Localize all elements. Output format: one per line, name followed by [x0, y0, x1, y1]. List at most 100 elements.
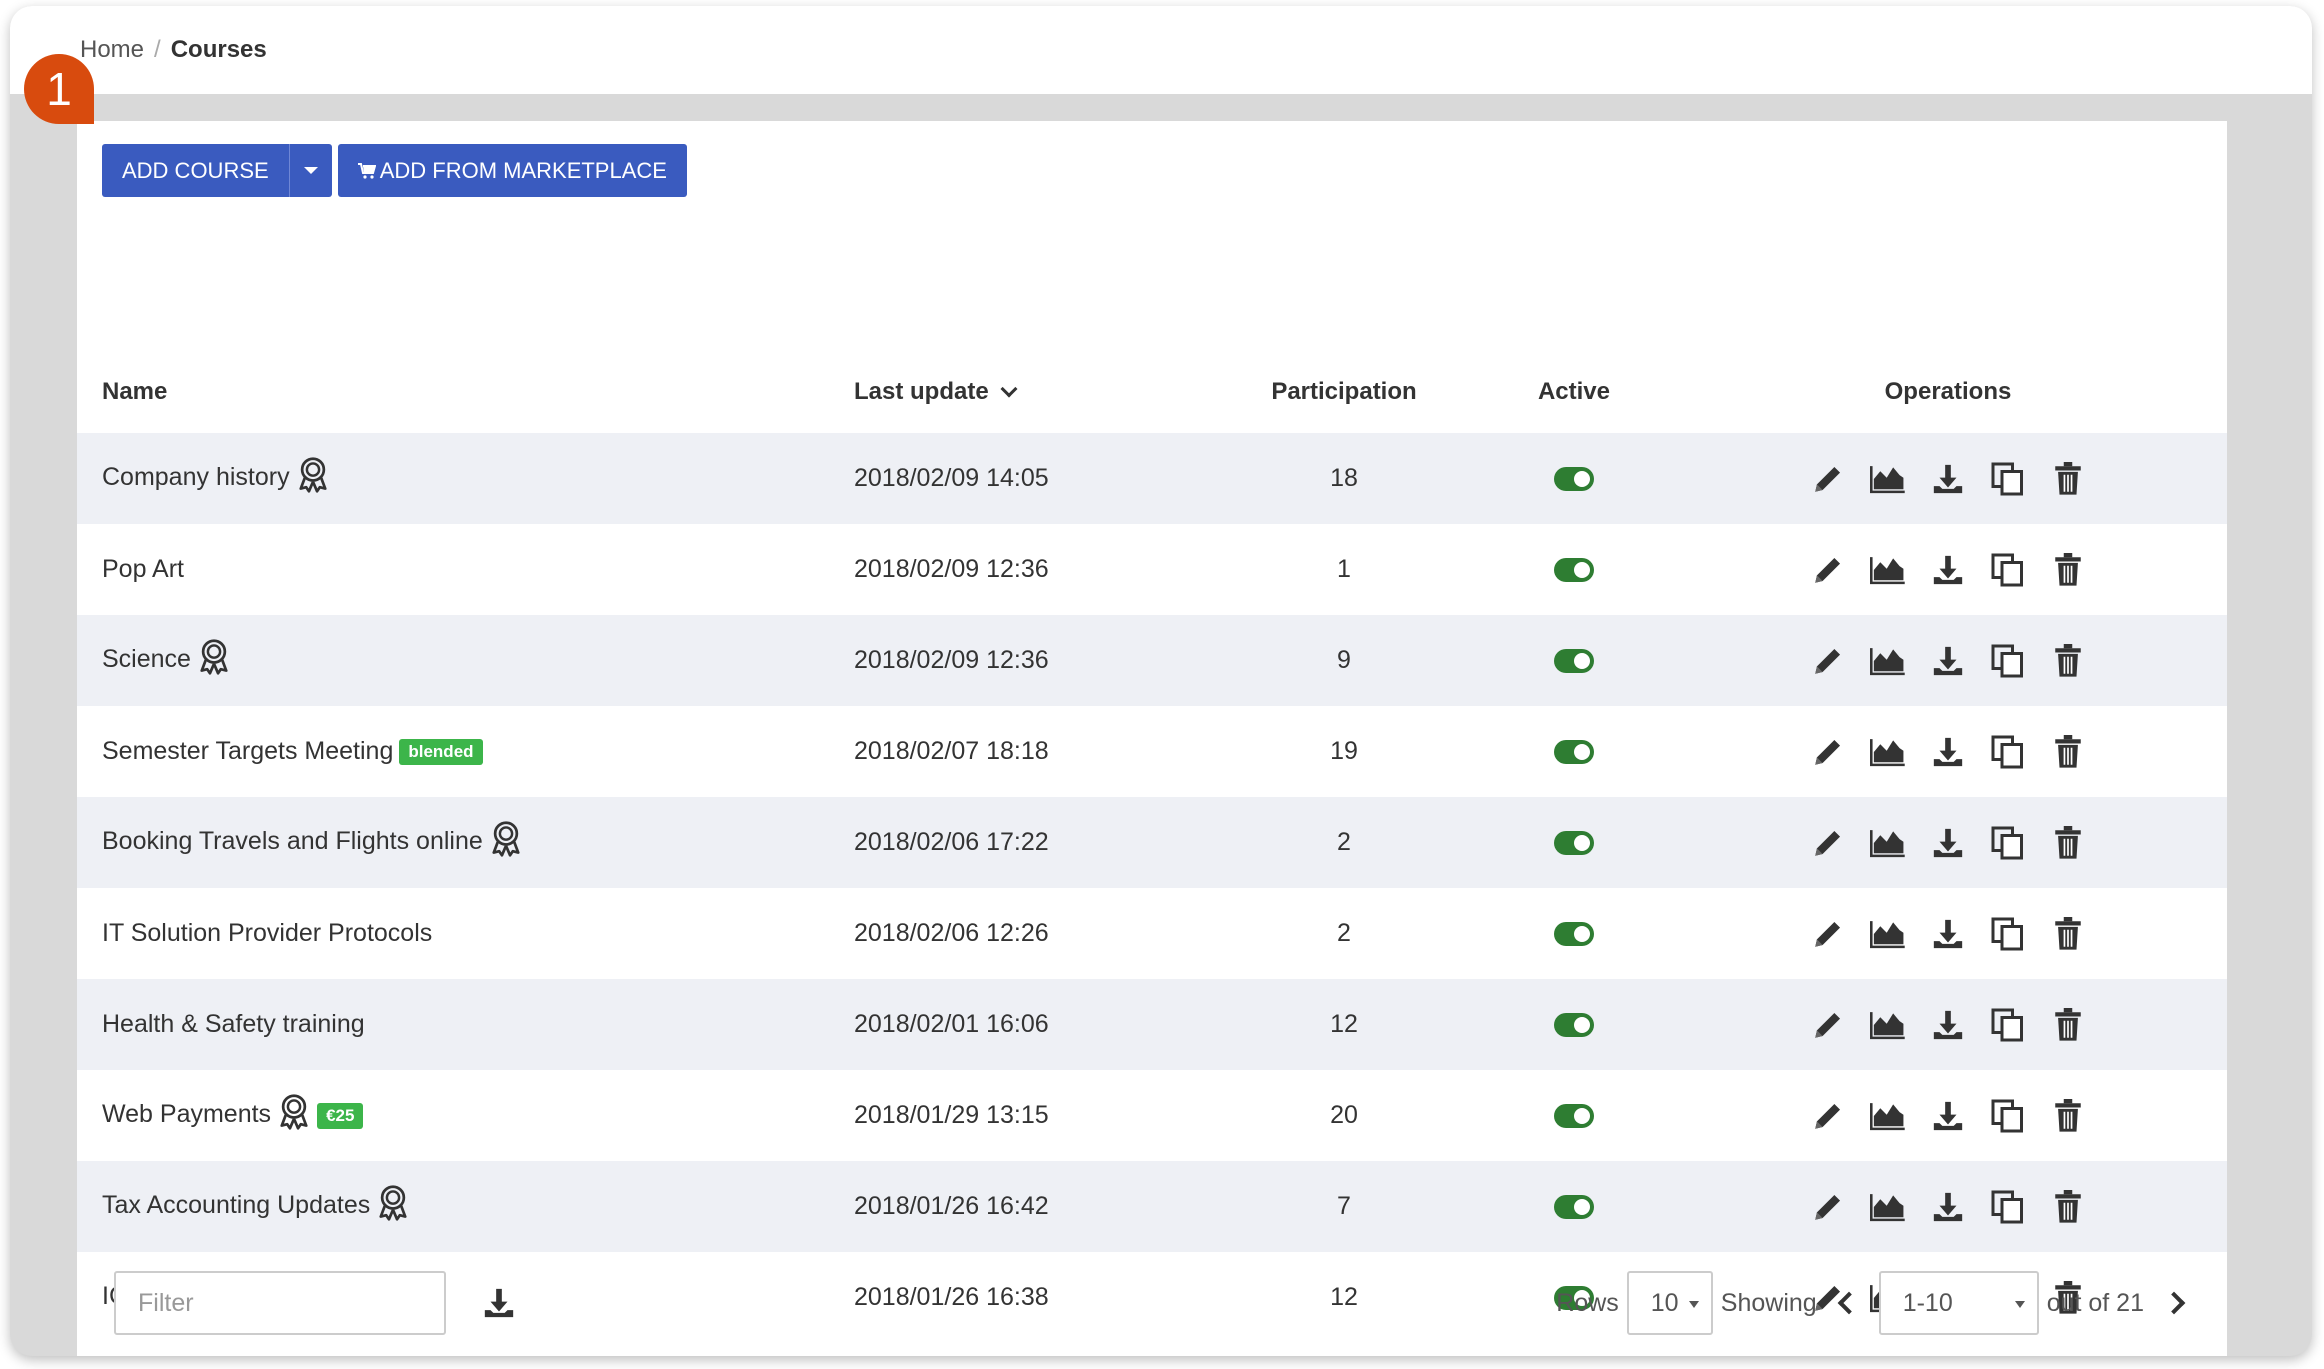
download-icon[interactable]: [1930, 552, 1966, 588]
pencil-icon[interactable]: [1810, 1007, 1846, 1043]
copy-icon[interactable]: [1990, 1189, 2026, 1225]
copy-icon[interactable]: [1990, 1007, 2026, 1043]
active-toggle[interactable]: [1554, 831, 1594, 856]
next-page-icon[interactable]: [2162, 1291, 2186, 1315]
trash-icon[interactable]: [2050, 734, 2086, 770]
download-icon[interactable]: [1930, 825, 1966, 861]
breadcrumb-home-link[interactable]: Home: [80, 36, 144, 64]
download-icon[interactable]: [1930, 1098, 1966, 1134]
course-name-link[interactable]: Company history: [102, 463, 290, 491]
add-from-marketplace-button[interactable]: ADD FROM MARKETPLACE: [337, 144, 687, 197]
table-row[interactable]: Booking Travels and Flights online 2018/0…: [77, 797, 2227, 888]
caret-down-icon: [303, 167, 318, 174]
trash-icon[interactable]: [2050, 1189, 2086, 1225]
download-icon[interactable]: [1930, 734, 1966, 770]
area-chart-icon[interactable]: [1870, 734, 1906, 770]
previous-page-icon[interactable]: [1837, 1291, 1861, 1315]
trash-icon[interactable]: [2050, 825, 2086, 861]
pencil-icon[interactable]: [1810, 734, 1846, 770]
course-name-link[interactable]: Pop Art: [102, 555, 184, 583]
participation-cell: 19: [1330, 737, 1358, 765]
courses-card: ADD COURSE ADD FROM MARKETPLACE Name Las…: [77, 121, 2227, 1356]
table-row[interactable]: Pop Art 2018/02/09 12:36 1: [77, 524, 2227, 615]
active-toggle[interactable]: [1554, 649, 1594, 674]
course-name-link[interactable]: Health & Safety training: [102, 1010, 365, 1038]
download-icon[interactable]: [1930, 916, 1966, 952]
active-toggle[interactable]: [1554, 1013, 1594, 1038]
course-name-cell: Science: [77, 615, 829, 706]
trash-icon[interactable]: [2050, 552, 2086, 588]
download-icon[interactable]: [482, 1286, 516, 1320]
add-course-dropdown-button[interactable]: [288, 144, 332, 197]
pencil-icon[interactable]: [1810, 825, 1846, 861]
pencil-icon[interactable]: [1810, 461, 1846, 497]
area-chart-icon[interactable]: [1870, 1007, 1906, 1043]
download-icon[interactable]: [1930, 643, 1966, 679]
add-course-button[interactable]: ADD COURSE: [102, 144, 289, 197]
table-row[interactable]: Semester Targets Meeting blended 2018/02/0…: [77, 706, 2227, 797]
course-name-link[interactable]: Web Payments: [102, 1100, 271, 1128]
pencil-icon[interactable]: [1810, 643, 1846, 679]
step-callout-badge: 1: [24, 54, 94, 124]
area-chart-icon[interactable]: [1870, 1189, 1906, 1225]
filter-input[interactable]: [114, 1271, 446, 1335]
column-header-last-update[interactable]: Last update: [829, 351, 1209, 433]
table-row[interactable]: Company history 2018/02/09 14:05 18: [77, 433, 2227, 524]
breadcrumb-current: Courses: [170, 36, 267, 63]
active-toggle[interactable]: [1554, 558, 1594, 583]
download-icon[interactable]: [1930, 461, 1966, 497]
course-name-cell: Semester Targets Meeting blended: [77, 706, 829, 797]
page-range-select[interactable]: 1-10: [1878, 1271, 2039, 1335]
area-chart-icon[interactable]: [1870, 461, 1906, 497]
copy-icon[interactable]: [1990, 825, 2026, 861]
copy-icon[interactable]: [1990, 1098, 2026, 1134]
pencil-icon[interactable]: [1810, 916, 1846, 952]
active-toggle[interactable]: [1554, 740, 1594, 765]
trash-icon[interactable]: [2050, 1007, 2086, 1043]
active-cell: [1479, 888, 1669, 979]
table-row[interactable]: Tax Accounting Updates 2018/01/26 16:42 7: [77, 1161, 2227, 1252]
active-toggle[interactable]: [1554, 922, 1594, 947]
area-chart-icon[interactable]: [1870, 916, 1906, 952]
course-name-link[interactable]: Tax Accounting Updates: [102, 1191, 370, 1219]
table-row[interactable]: Science 2018/02/09 12:36 9: [77, 615, 2227, 706]
area-chart-icon[interactable]: [1870, 552, 1906, 588]
operations-cell: [1669, 797, 2227, 888]
course-name-link[interactable]: Semester Targets Meeting: [102, 737, 393, 765]
column-header-participation[interactable]: Participation: [1209, 351, 1479, 433]
trash-icon[interactable]: [2050, 643, 2086, 679]
pencil-icon[interactable]: [1810, 1098, 1846, 1134]
active-toggle[interactable]: [1554, 1195, 1594, 1220]
column-header-active[interactable]: Active: [1479, 351, 1669, 433]
active-toggle[interactable]: [1554, 1104, 1594, 1129]
area-chart-icon[interactable]: [1870, 1098, 1906, 1134]
pencil-icon[interactable]: [1810, 1189, 1846, 1225]
column-header-name[interactable]: Name: [77, 351, 829, 433]
rows-per-page-select[interactable]: 10: [1626, 1271, 1713, 1335]
trash-icon[interactable]: [2050, 1098, 2086, 1134]
copy-icon[interactable]: [1990, 552, 2026, 588]
trash-icon[interactable]: [2050, 461, 2086, 497]
operations-cell: [1669, 433, 2227, 524]
last-update-cell: 2018/02/09 12:36: [854, 555, 1049, 583]
download-icon[interactable]: [1930, 1007, 1966, 1043]
trash-icon[interactable]: [2050, 916, 2086, 952]
area-chart-icon[interactable]: [1870, 643, 1906, 679]
course-name-link[interactable]: IT Solution Provider Protocols: [102, 919, 432, 947]
copy-icon[interactable]: [1990, 461, 2026, 497]
table-row[interactable]: IT Solution Provider Protocols 2018/02/06…: [77, 888, 2227, 979]
copy-icon[interactable]: [1990, 734, 2026, 770]
active-toggle[interactable]: [1554, 467, 1594, 492]
dropdown-arrow-icon: [1688, 1301, 1699, 1308]
out-of-label: out of 21: [2046, 1288, 2144, 1317]
pencil-icon[interactable]: [1810, 552, 1846, 588]
area-chart-icon[interactable]: [1870, 825, 1906, 861]
table-row[interactable]: Health & Safety training 2018/02/01 16:06…: [77, 979, 2227, 1070]
table-row[interactable]: Web Payments €25 2018/01/29 13:15 20: [77, 1070, 2227, 1161]
copy-icon[interactable]: [1990, 643, 2026, 679]
copy-icon[interactable]: [1990, 916, 2026, 952]
download-icon[interactable]: [1930, 1189, 1966, 1225]
operations-cell: [1669, 888, 2227, 979]
course-name-link[interactable]: Science: [102, 645, 191, 673]
course-name-link[interactable]: Booking Travels and Flights online: [102, 827, 483, 855]
